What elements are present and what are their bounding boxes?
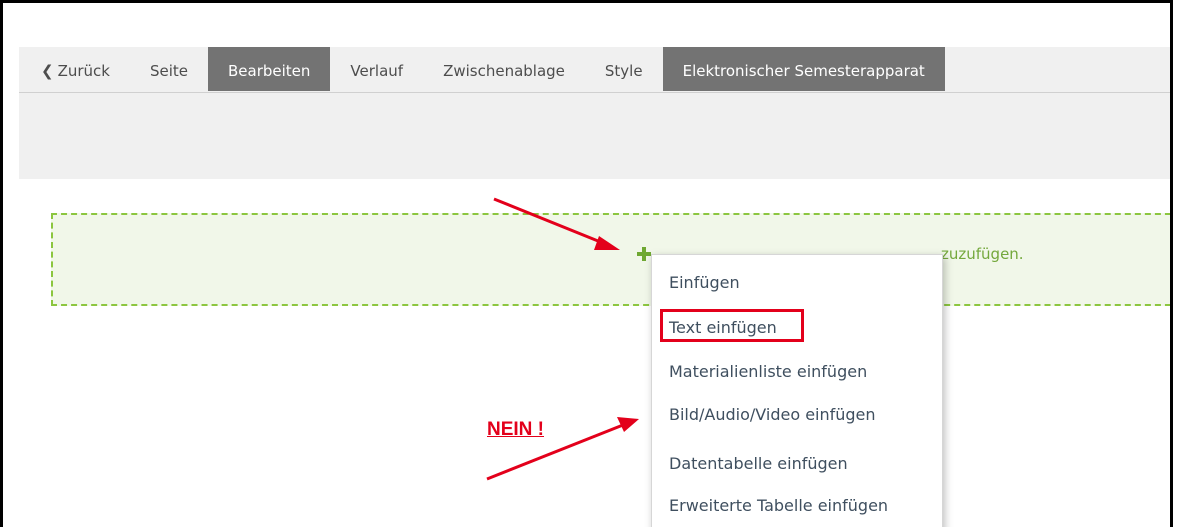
plus-icon[interactable] [637, 247, 651, 261]
menu-item-einfuegen[interactable]: Einfügen [669, 273, 740, 292]
tab-zwischenablage[interactable]: Zwischenablage [423, 47, 585, 91]
tab-bar: ❮ Zurück Seite Bearbeiten Verlauf Zwische… [19, 47, 1170, 93]
menu-item-materialienliste-einfuegen[interactable]: Materialienliste einfügen [669, 362, 867, 381]
tab-elektronischer-semesterapparat[interactable]: Elektronischer Semesterapparat [662, 47, 945, 91]
menu-item-bild-audio-video-einfuegen[interactable]: Bild/Audio/Video einfügen [669, 405, 876, 424]
tab-back-label: Zurück [57, 62, 110, 80]
menu-item-datentabelle-einfuegen[interactable]: Datentabelle einfügen [669, 454, 848, 473]
page-content: zuzufügen. [19, 179, 1170, 527]
tab-seite[interactable]: Seite [130, 47, 208, 91]
nein-annotation: NEIN ! [487, 419, 544, 440]
menu-item-erweiterte-tabelle-einfuegen[interactable]: Erweiterte Tabelle einfügen [669, 496, 888, 515]
highlight-box-text-einfuegen [660, 309, 804, 342]
chevron-left-icon: ❮ [41, 62, 54, 80]
dropzone-text: zuzufügen. [941, 245, 1024, 263]
tab-back[interactable]: ❮ Zurück [19, 47, 130, 91]
insert-context-menu: Einfügen Text einfügen Materialienliste … [651, 254, 943, 527]
tab-bearbeiten[interactable]: Bearbeiten [208, 47, 331, 91]
tab-verlauf[interactable]: Verlauf [330, 47, 423, 91]
tab-style[interactable]: Style [585, 47, 663, 91]
screenshot-frame: ❮ Zurück Seite Bearbeiten Verlauf Zwische… [0, 0, 1173, 527]
add-content-dropzone[interactable]: zuzufügen. [51, 213, 1170, 306]
